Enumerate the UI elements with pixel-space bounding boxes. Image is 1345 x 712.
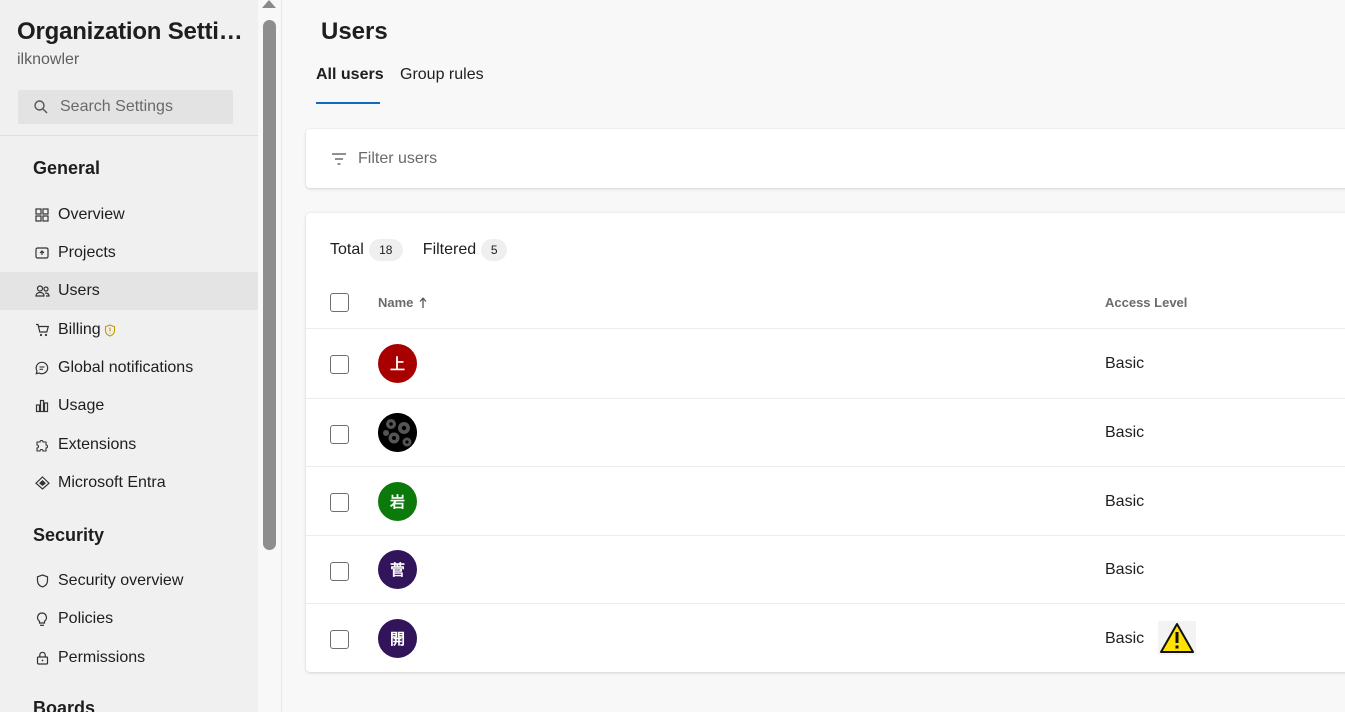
sidebar-item-label: Permissions	[58, 649, 146, 666]
admin-shield-icon	[104, 324, 116, 337]
access-level: Basic	[1105, 630, 1145, 647]
sidebar-item-label: Policies	[58, 610, 114, 627]
row-checkbox[interactable]	[330, 493, 349, 512]
sidebar-item-overview[interactable]: Overview	[0, 196, 258, 234]
section-heading-general: General	[33, 158, 101, 178]
page-title: Users	[321, 18, 388, 45]
lock-icon	[34, 650, 50, 666]
row-checkbox[interactable]	[330, 425, 349, 444]
gears-avatar-icon	[378, 413, 417, 452]
sidebar-item-microsoft-entra[interactable]: Microsoft Entra	[0, 464, 258, 502]
sidebar-item-label: Global notifications	[58, 359, 194, 376]
sidebar-item-label: Users	[58, 282, 100, 299]
total-label: Total	[330, 241, 364, 258]
access-level: Basic	[1105, 561, 1145, 578]
sidebar-item-label: Extensions	[58, 436, 137, 453]
table-row[interactable]: 菅 Basic	[306, 535, 1345, 603]
cart-icon	[34, 322, 50, 338]
entra-icon	[34, 475, 50, 491]
avatar: 菅	[378, 550, 417, 589]
row-checkbox[interactable]	[330, 562, 349, 581]
usage-chart-icon	[34, 398, 50, 414]
projects-icon	[34, 245, 50, 261]
sidebar-item-usage[interactable]: Usage	[0, 387, 258, 425]
sidebar-item-label: Microsoft Entra	[58, 474, 166, 491]
filtered-label: Filtered	[422, 241, 477, 258]
section-heading-security: Security	[33, 525, 105, 545]
user-counts: Total 18 Filtered 5	[330, 239, 508, 261]
table-row[interactable]: 岩 Basic	[306, 466, 1345, 535]
sidebar-item-permissions[interactable]: Permissions	[0, 639, 258, 677]
users-icon	[34, 283, 50, 299]
section-heading-boards: Boards	[33, 698, 96, 712]
search-icon	[33, 99, 49, 115]
pane-divider	[281, 0, 282, 712]
column-header-name[interactable]: Name	[378, 295, 427, 310]
chat-icon	[34, 360, 50, 376]
tab-all-users[interactable]: All users	[316, 66, 384, 106]
total-count-badge: 18	[368, 239, 403, 261]
warning-icon[interactable]	[1158, 621, 1196, 655]
access-level: Basic	[1105, 355, 1145, 372]
sidebar-item-label: Billing	[58, 321, 101, 338]
scroll-up-arrow-icon[interactable]	[262, 0, 276, 8]
sidebar-scroll-thumb[interactable]	[263, 20, 276, 550]
sidebar-item-label: Security overview	[58, 572, 184, 589]
row-checkbox[interactable]	[330, 630, 349, 649]
overview-icon	[34, 207, 50, 223]
lightbulb-icon	[34, 611, 50, 627]
select-all-checkbox[interactable]	[330, 293, 349, 312]
filter-icon	[331, 151, 347, 167]
org-name: ilknowler	[17, 51, 80, 68]
settings-sidebar: Organization Settings ilknowler Search S…	[0, 0, 258, 712]
table-row[interactable]: 開 Basic	[306, 603, 1345, 672]
sidebar-item-label: Overview	[58, 206, 125, 223]
avatar	[378, 413, 417, 452]
access-level: Basic	[1105, 424, 1145, 441]
sidebar-item-extensions[interactable]: Extensions	[0, 426, 258, 464]
filter-users-bar[interactable]: Filter users	[306, 129, 1345, 188]
avatar: 岩	[378, 482, 417, 521]
column-header-access-level[interactable]: Access Level	[1105, 295, 1187, 310]
sidebar-item-label: Projects	[58, 244, 116, 261]
table-row[interactable]: Basic	[306, 398, 1345, 466]
sidebar-item-label: Usage	[58, 397, 105, 414]
column-header-name-label: Name	[378, 295, 414, 310]
table-row[interactable]: 上 Basic	[306, 328, 1345, 398]
avatar: 上	[378, 344, 417, 383]
shield-icon	[34, 573, 50, 589]
row-checkbox[interactable]	[330, 355, 349, 374]
tab-group-rules[interactable]: Group rules	[400, 66, 484, 106]
column-header-access-label: Access Level	[1105, 295, 1188, 310]
access-level: Basic	[1105, 493, 1145, 510]
search-settings-input[interactable]: Search Settings	[18, 90, 233, 124]
sidebar-item-users[interactable]: Users	[0, 272, 258, 310]
sidebar-item-projects[interactable]: Projects	[0, 234, 258, 272]
filter-users-input[interactable]: Filter users	[358, 150, 437, 168]
active-tab-indicator	[316, 102, 380, 104]
sidebar-item-policies[interactable]: Policies	[0, 600, 258, 638]
users-table: Total 18 Filtered 5 Name Access Level 上 …	[306, 213, 1345, 672]
avatar: 開	[378, 619, 417, 658]
sort-ascending-icon	[419, 296, 427, 309]
filtered-count-badge: 5	[481, 239, 508, 261]
sidebar-item-global-notifications[interactable]: Global notifications	[0, 349, 258, 387]
org-settings-title: Organization Settings	[17, 18, 245, 45]
sidebar-item-billing[interactable]: Billing	[0, 311, 258, 349]
sidebar-item-security-overview[interactable]: Security overview	[0, 562, 258, 600]
puzzle-icon	[34, 437, 50, 453]
sidebar-divider	[0, 135, 258, 136]
search-placeholder: Search Settings	[60, 98, 173, 115]
